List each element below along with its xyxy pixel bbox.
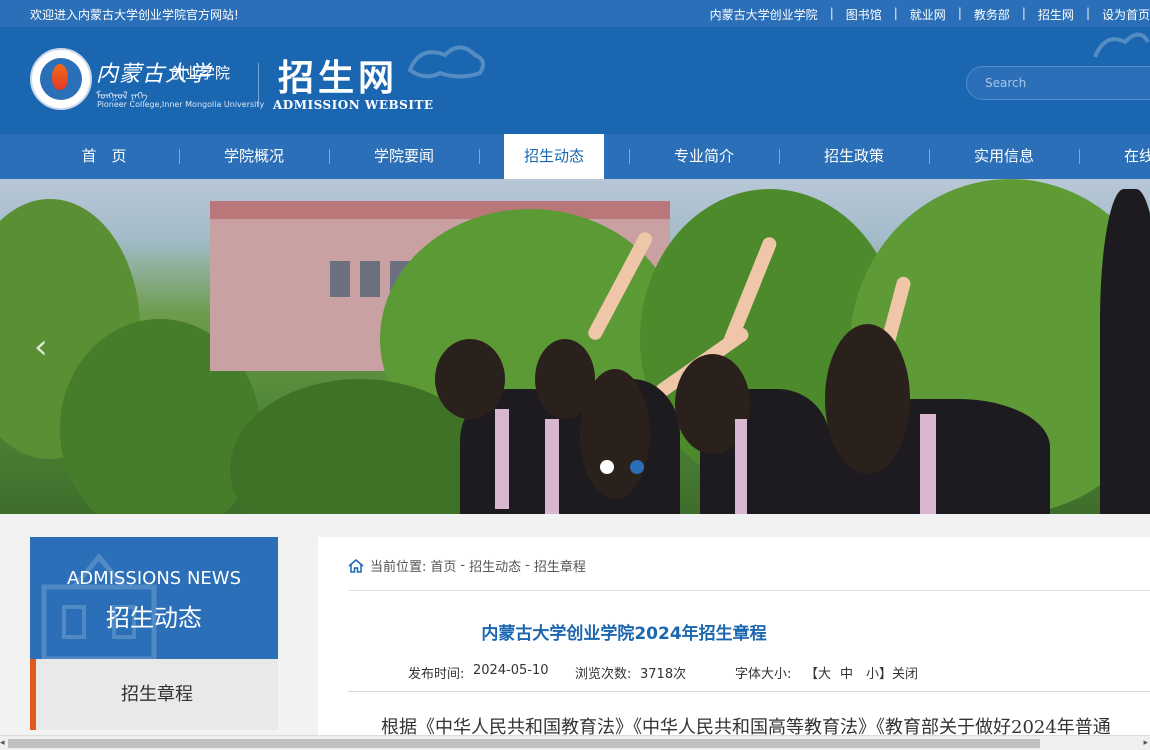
top-links: 内蒙古大学创业学院 | 图书馆 | 就业网 | 教务部 | 招生网 | 设为首页 [698, 6, 1150, 23]
cloud-ornament-icon [407, 45, 486, 79]
divider [348, 691, 1150, 692]
scroll-left-icon[interactable]: ◂ [0, 738, 5, 748]
divider: | [829, 6, 834, 20]
publish-label: 发布时间: [408, 667, 465, 682]
search-input[interactable] [966, 66, 1150, 100]
breadcrumb: 当前位置: 首页 - 招生动态 - 招生章程 [348, 556, 590, 575]
scrollbar-thumb[interactable] [8, 739, 1040, 748]
main-nav: 首 页 学院概况 学院要闻 招生动态 专业简介 招生政策 实用信息 在线 [0, 134, 1150, 179]
sidebar-item-charter[interactable]: 招生章程 [30, 659, 278, 730]
nav-news[interactable]: 学院要闻 [354, 134, 454, 179]
nav-info[interactable]: 实用信息 [954, 134, 1054, 179]
link-employment[interactable]: 就业网 [910, 6, 946, 23]
breadcrumb-admission-news[interactable]: 招生动态 [469, 556, 521, 575]
site-title-en: ADMISSION WEBSITE [273, 98, 434, 112]
sidebar-header: ADMISSIONS NEWS 招生动态 [30, 537, 278, 659]
site-title: 招生网 [278, 57, 399, 99]
nav-majors[interactable]: 专业简介 [654, 134, 754, 179]
font-medium-button[interactable]: 中 [840, 663, 853, 682]
hero-banner[interactable]: ‹ [0, 179, 1150, 514]
breadcrumb-current[interactable]: 招生章程 [534, 556, 586, 575]
divider: | [893, 6, 898, 20]
horizontal-scrollbar[interactable]: ◂ ▸ [0, 735, 1150, 750]
site-header: 内蒙古大学 创业学院 ᠮᠣᠩᠭᠣᠯ ᠶᠡᠬᠡ Pioneer College,I… [0, 27, 1150, 134]
college-subname: 创业学院 [170, 64, 231, 82]
link-college[interactable]: 内蒙古大学创业学院 [710, 6, 818, 23]
nav-policy[interactable]: 招生政策 [804, 134, 904, 179]
views-label: 浏览次数: [575, 667, 632, 682]
breadcrumb-sep: - [460, 558, 466, 573]
nav-admission-news[interactable]: 招生动态 [504, 134, 604, 179]
link-library[interactable]: 图书馆 [846, 6, 882, 23]
font-small-button[interactable]: 小】 [866, 663, 892, 682]
flame-icon [52, 64, 68, 90]
views-count: 3718次 [640, 667, 687, 682]
divider: | [1021, 6, 1026, 20]
nav-online[interactable]: 在线 [1104, 134, 1150, 179]
link-academic[interactable]: 教务部 [974, 6, 1010, 23]
font-size-label: 字体大小: [735, 667, 792, 682]
chevron-left-icon[interactable]: ‹ [34, 327, 54, 367]
divider: | [1085, 6, 1090, 20]
close-button[interactable]: 关闭 [892, 663, 918, 682]
welcome-text: 欢迎进入内蒙古大学创业学院官方网站! [30, 8, 239, 22]
college-logo[interactable] [30, 48, 92, 110]
cloud-ornament-icon [1093, 32, 1150, 58]
divider [348, 590, 1150, 591]
nav-about[interactable]: 学院概况 [204, 134, 304, 179]
home-icon [348, 558, 364, 573]
font-large-button[interactable]: 【大 [805, 663, 831, 682]
slide-dot-2[interactable] [630, 460, 644, 474]
sidebar-title: 招生动态 [106, 604, 202, 632]
breadcrumb-home[interactable]: 首页 [430, 556, 456, 575]
nav-home[interactable]: 首 页 [54, 134, 154, 179]
breadcrumb-label: 当前位置: [370, 560, 427, 575]
top-bar: 欢迎进入内蒙古大学创业学院官方网站! 内蒙古大学创业学院 | 图书馆 | 就业网… [0, 0, 1150, 27]
college-name-en: Pioneer College,Inner Mongolia Universit… [97, 100, 265, 109]
article-title: 内蒙古大学创业学院2024年招生章程 [481, 624, 767, 644]
link-admission[interactable]: 招生网 [1038, 6, 1074, 23]
divider: | [957, 6, 962, 20]
breadcrumb-sep: - [525, 558, 530, 573]
link-set-homepage[interactable]: 设为首页 [1102, 6, 1150, 23]
publish-date: 2024-05-10 [473, 663, 549, 678]
sidebar-title-en: ADMISSIONS NEWS [66, 568, 241, 589]
header-divider [258, 63, 259, 107]
slide-dot-1[interactable] [600, 460, 614, 474]
scroll-right-icon[interactable]: ▸ [1143, 738, 1148, 748]
